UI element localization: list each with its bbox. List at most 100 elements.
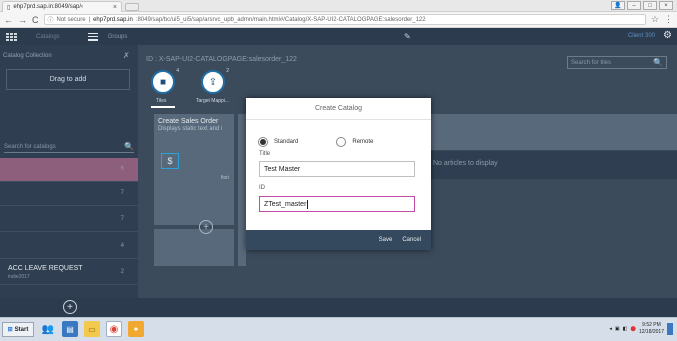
catalog-panel: Catalog Collection ✗ Drag to add Search … [0,45,138,298]
search-icon[interactable]: 🔍 [653,58,663,67]
id-field-label: ID [259,185,265,191]
catalog-list-item[interactable]: 7 [0,182,138,206]
create-catalog-dialog: Create Catalog Standard Remote Title Tes… [246,98,431,250]
id-field-value: ZTest_master [264,200,307,208]
id-field[interactable]: ZTest_master [259,196,415,212]
show-desktop-icon[interactable] [667,323,673,335]
back-icon[interactable]: ← [4,15,13,25]
tab-target-mappings-label: Target Mappi... [196,98,230,104]
search-icon[interactable]: 🔍 [124,142,134,151]
add-catalog-icon[interactable]: + [63,300,77,314]
shell-footer: + [0,298,677,317]
hamburger-icon[interactable] [87,32,98,41]
browser-tab-bar: ▯ ehp7prd.sap.in:8049/sap/‹ × 👤 – □ × [0,0,677,12]
groups-button[interactable]: Groups [108,34,128,40]
chrome-icon[interactable]: ◉ [106,321,122,337]
url-separator: | [88,16,91,23]
info-icon[interactable]: ⓘ [48,15,54,24]
catalog-list-item[interactable]: 4 [0,235,138,259]
url-field[interactable]: ⓘ Not secure | ehp7prd.sap.in:8049/sap/b… [43,14,646,25]
clock-time: 9:52 PM [642,322,661,328]
catalog-count: 7 [120,216,124,222]
tab-target-mappings[interactable]: ⇪ 2 [201,68,229,94]
tile-title: Create Sales Order [158,118,219,125]
remote-label: Remote [352,139,374,145]
title-field[interactable]: Test Master [259,161,415,177]
network-icon[interactable]: ▣ [615,326,620,332]
add-tile-area[interactable] [154,229,234,266]
maximize-icon[interactable]: □ [643,1,657,10]
catalog-name: ACC LEAVE REQUEST [8,265,83,272]
gear-icon[interactable]: ⚙ [663,30,672,41]
catalog-collection-title: Catalog Collection [3,53,52,59]
clock[interactable]: 9:52 PM 12/18/2017 [639,322,664,336]
catalog-list-item[interactable]: 7 [0,208,138,232]
catalog-id-breadcrumb: ID : X-SAP-UI2-CATALOGPAGE:salesorder_12… [146,56,297,63]
catalog-list-item[interactable]: 6 [0,158,138,182]
dialog-footer: Save Cancel [246,230,431,250]
pin-icon[interactable]: ✗ [123,51,130,60]
tile-search-placeholder: Search for tiles [571,59,612,66]
folder-icon[interactable]: ▭ [84,321,100,337]
tile-search-input[interactable]: Search for tiles 🔍 [567,56,667,69]
menu-icon[interactable]: ⋮ [664,14,673,25]
drag-to-add-label: Drag to add [49,76,87,83]
tile-footer: fiori [221,175,230,181]
system-tray: ◂ ▣ ◧ ⬤ 9:52 PM 12/18/2017 [609,322,673,336]
add-tile-icon[interactable]: + [199,220,213,234]
catalog-count: 7 [120,190,124,196]
forward-icon[interactable]: → [18,15,27,25]
catalog-subtitle: indie2017 [8,274,30,280]
minimize-icon[interactable]: – [627,1,641,10]
page-icon: ▯ [7,4,11,11]
save-button[interactable]: Save [379,237,393,243]
app-launcher-icon[interactable] [6,31,22,43]
radio-unselected-icon[interactable] [336,137,347,147]
url-host: ehp7prd.sap.in [93,16,133,23]
volume-icon[interactable]: ◧ [623,326,628,332]
browser-tab[interactable]: ▯ ehp7prd.sap.in:8049/sap/‹ × [2,1,122,12]
reload-icon[interactable]: C [32,15,39,25]
catalog-count: 6 [120,166,124,172]
cancel-button[interactable]: Cancel [402,237,421,243]
explorer-icon[interactable]: ▤ [62,321,78,337]
people-icon[interactable]: 👥 [40,321,56,337]
catalog-list-item[interactable]: ACC LEAVE REQUEST indie2017 2 [0,261,138,285]
news-tile [431,114,677,150]
no-articles-panel: No articles to display [423,151,677,179]
tab-title: ehp7prd.sap.in:8049/sap/‹ [13,4,84,10]
drag-to-add-zone[interactable]: Drag to add [6,69,130,90]
tab-tiles[interactable]: ■ 4 [151,68,179,94]
close-tab-icon[interactable]: × [113,4,117,11]
standard-label: Standard [274,139,299,145]
clock-date: 12/18/2017 [638,329,664,335]
start-label: Start [14,326,29,333]
create-sales-order-tile[interactable]: Create Sales Order Displays static text … [154,114,234,225]
no-articles-message: No articles to display [433,160,498,167]
dialog-title: Create Catalog [246,98,431,120]
app-icon[interactable]: ✦ [128,321,144,337]
remote-radio[interactable]: Remote [336,137,373,147]
tray-arrow-icon[interactable]: ◂ [609,326,612,332]
catalog-count: 2 [120,269,124,275]
radio-selected-icon[interactable] [258,137,268,147]
close-window-icon[interactable]: × [659,1,673,10]
start-button[interactable]: ⊞ Start [2,322,34,337]
alert-icon[interactable]: ⬤ [630,326,636,332]
new-tab-button[interactable] [125,3,139,11]
shell-header: Catalogs Groups ✎ Client 300 ⚙ [0,28,677,45]
target-mappings-count-badge: 2 [226,68,229,74]
url-path: :8049/sap/bc/ui5_ui5/sap/arsrvc_upb_admn… [135,16,426,23]
client-label: Client 300 [627,33,655,39]
catalogs-button[interactable]: Catalogs [36,34,60,40]
tile-subtitle: Displays static text and i [158,126,223,132]
edit-icon[interactable]: ✎ [404,32,411,41]
user-icon[interactable]: 👤 [611,1,625,10]
catalog-type-radio-group: Standard Remote [258,137,373,147]
tiles-icon: ■ [159,76,167,88]
window-controls: 👤 – □ × [611,1,673,10]
catalog-search-input[interactable]: Search for catalogs 🔍 [4,141,134,153]
standard-radio[interactable]: Standard [258,137,298,147]
tile-placeholder [238,114,246,266]
bookmark-star-icon[interactable]: ☆ [651,14,659,25]
